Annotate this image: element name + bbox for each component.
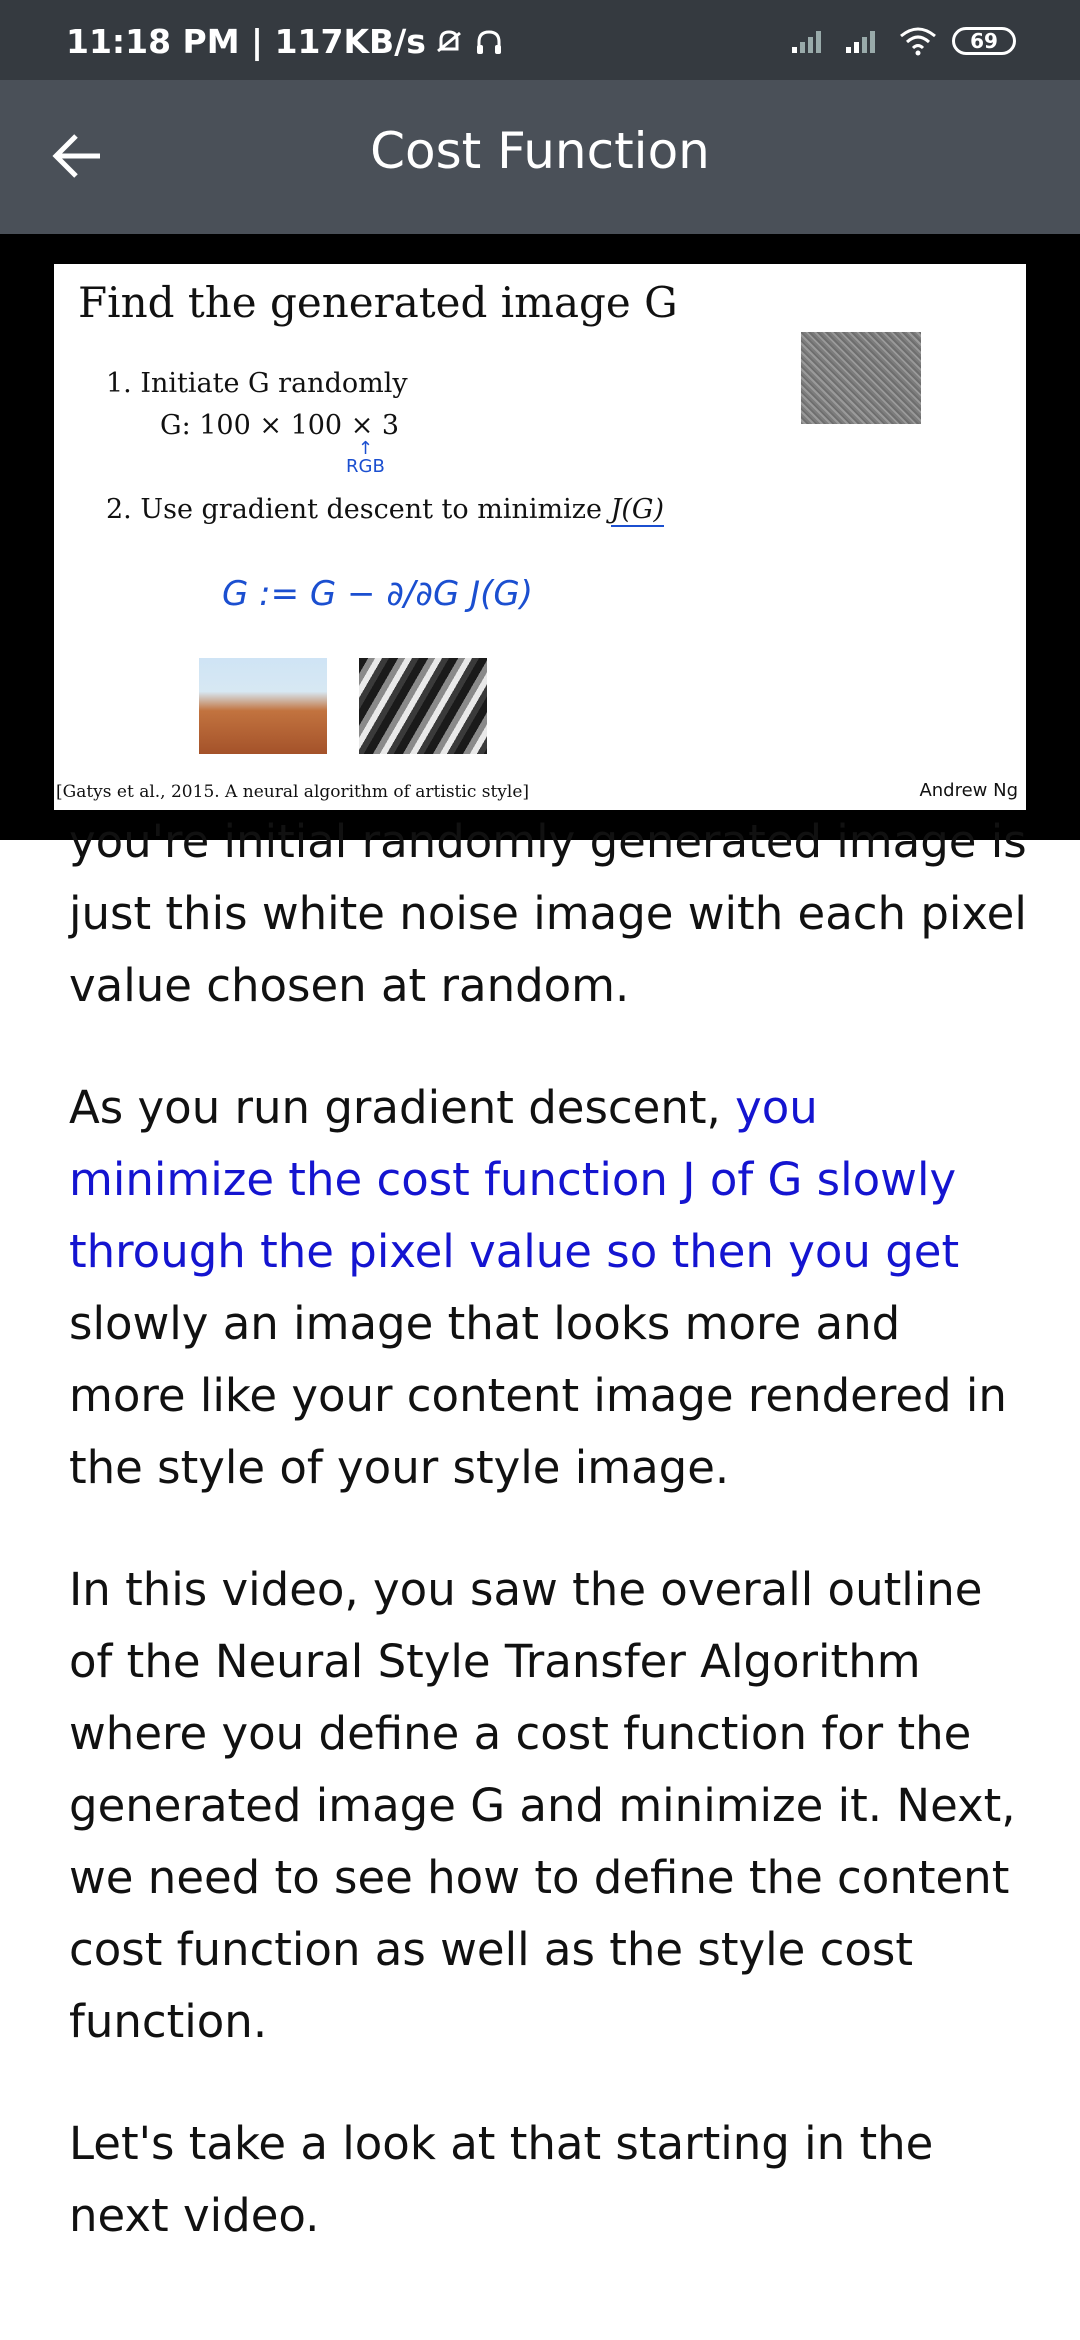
noise-image	[801, 332, 921, 424]
video-player[interactable]: Find the generated image G 1. Initiate G…	[0, 234, 1080, 840]
transcript: you're initial randomly generated image …	[69, 815, 1029, 2302]
headphones-icon	[476, 29, 501, 54]
slide-citation: [Gatys et al., 2015. A neural algorithm …	[56, 782, 530, 802]
rgb-annotation: ↑ RGB	[346, 438, 385, 477]
slide-dimensions: G: 100 × 100 × 3	[160, 410, 400, 441]
page-title: Cost Function	[370, 122, 710, 180]
slide-title: Find the generated image G	[78, 278, 678, 327]
status-time-speed: 11:18 PM | 117KB/s	[66, 22, 426, 61]
app-bar: Cost Function	[0, 80, 1080, 234]
wifi-icon	[900, 27, 936, 56]
battery-level: 69	[970, 29, 998, 53]
slide-step-2: 2. Use gradient descent to minimize J(G)	[106, 494, 665, 527]
status-bar: 11:18 PM | 117KB/s 69	[0, 0, 1080, 80]
style-image	[359, 658, 487, 754]
mute-bell-icon	[436, 29, 461, 52]
lecture-slide: Find the generated image G 1. Initiate G…	[54, 264, 1026, 810]
transcript-paragraph-3: In this video, you saw the overall outli…	[69, 1563, 1016, 2048]
slide-step-1: 1. Initiate G randomly	[106, 368, 408, 399]
battery-icon: 69	[952, 27, 1016, 55]
cost-formula: J(G)	[610, 494, 665, 527]
signal-icon	[792, 31, 821, 53]
content-image	[199, 658, 327, 754]
signal-icon-2	[846, 31, 875, 53]
transcript-paragraph-4: Let's take a look at that starting in th…	[69, 2117, 934, 2242]
transcript-paragraph-1: you're initial randomly generated image …	[69, 815, 1027, 1012]
handwritten-update-rule: G := G − ∂/∂G J(G)	[222, 574, 534, 614]
transcript-paragraph-2: As you run gradient descent, you minimiz…	[69, 1081, 1007, 1494]
slide-author: Andrew Ng	[919, 780, 1018, 801]
